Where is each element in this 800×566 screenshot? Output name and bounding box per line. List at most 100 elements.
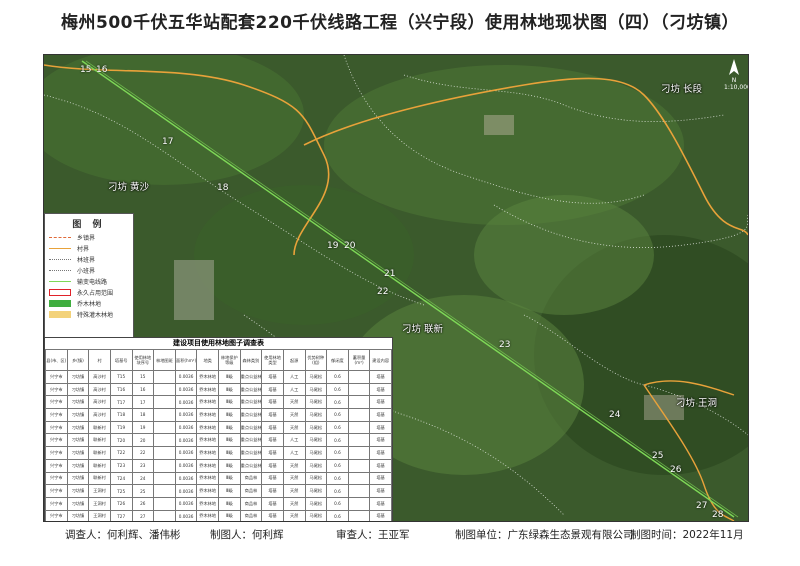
table-cell: 刁坊镇 [66, 458, 90, 473]
table-cell: 塔基 [369, 458, 392, 473]
table-cell: 高沙村 [88, 370, 111, 384]
drafter: 制图人：何利辉 [210, 529, 284, 541]
table-cell: T26 [109, 496, 133, 511]
table-cell: 兴宁市 [45, 395, 68, 410]
surveyors: 调查人：何利辉、潘伟彬 [65, 529, 181, 541]
table-cell: 塔基 [369, 446, 392, 460]
table-cell: 马尾松 [304, 395, 328, 410]
map-area[interactable]: N 1:10,000 15 16 17 18 19 20 21 22 23 24… [43, 54, 749, 522]
table-cell: 0.6 [326, 496, 349, 511]
table-cell: T24 [109, 471, 133, 486]
legend-label: 特殊灌木林地 [77, 312, 114, 319]
table-cell: 0.6 [326, 370, 349, 384]
table-cell: T15 [109, 370, 133, 384]
table-cell: 重点公益林 [239, 382, 263, 397]
north-arrow-icon [729, 59, 739, 75]
table-cell [153, 408, 176, 422]
table-cell [153, 496, 176, 511]
table-cell: 乔木林地 [196, 370, 219, 384]
table-cell [347, 395, 371, 410]
legend-label: 永久占用范围 [77, 290, 114, 297]
table-cell [153, 484, 176, 498]
table-cell [153, 471, 176, 486]
table-cell: 0.6 [326, 446, 349, 460]
table-cell: 20 [131, 433, 155, 448]
legend-item: 小班界 [45, 265, 133, 276]
north-arrow: N 1:10,000 [724, 59, 748, 91]
legend-label: 输变电线路 [77, 279, 108, 286]
table-cell: Ⅲ级 [218, 484, 241, 498]
legend-item: 林班界 [45, 254, 133, 265]
table-cell: 塔基 [261, 496, 284, 511]
table-cell: Ⅲ级 [218, 458, 241, 473]
table-cell: 马尾松 [304, 382, 328, 397]
table-cell: 兴宁市 [45, 420, 68, 435]
table-header-cell: 面积(hm²) [174, 349, 198, 371]
table-header-cell: 林地保护等级 [218, 349, 241, 371]
legend-swatch [49, 237, 71, 238]
table-cell: 0.0036 [174, 471, 198, 486]
table-cell: 兴宁市 [45, 370, 68, 384]
table-cell: 天然 [282, 408, 306, 422]
tower-number: 16 [96, 65, 108, 75]
table-cell: Ⅲ级 [218, 496, 241, 511]
table-cell: 刁坊镇 [66, 408, 90, 422]
table-cell [347, 408, 371, 422]
table-cell: 马尾松 [304, 484, 328, 498]
table-cell: 兴宁市 [45, 433, 68, 448]
table-cell: 塔基 [261, 509, 284, 521]
table-cell: 王洞村 [88, 484, 111, 498]
legend-label: 林班界 [77, 257, 96, 264]
table-row: 兴宁市 刁坊镇 王洞村 T25 25 0.0036 乔木林地 Ⅲ级 商品林 塔基 天然 马尾松 0.6 塔… [45, 484, 392, 498]
legend-item: 乡镇界 [45, 232, 133, 243]
table-cell: 刁坊镇 [66, 382, 90, 397]
table-cell: Ⅲ级 [218, 420, 241, 435]
legend-swatch [49, 281, 71, 282]
table-cell [347, 446, 371, 460]
legend-item: 输变电线路 [45, 276, 133, 287]
legend-label: 村界 [77, 246, 90, 253]
place-label: 刁坊 黄沙 [108, 182, 150, 193]
table-row: 兴宁市 刁坊镇 王洞村 T27 27 0.0036 乔木林地 Ⅲ级 商品林 塔基 天然 马尾松 0.6 塔… [45, 509, 392, 521]
table-cell: 人工 [282, 446, 306, 460]
table-cell: 天然 [282, 458, 306, 473]
tower-number: 19 [327, 241, 339, 251]
table-cell: 商品林 [239, 484, 263, 498]
table-cell: 0.0036 [174, 370, 198, 384]
table-cell: 塔基 [369, 382, 392, 397]
table-cell: 24 [131, 471, 155, 486]
table-cell: 乔木林地 [196, 509, 219, 521]
table-cell: 天然 [282, 420, 306, 435]
table-cell [153, 370, 176, 384]
table-cell: T23 [109, 458, 133, 473]
table-cell: 马尾松 [304, 408, 328, 422]
table-cell: 联新村 [88, 471, 111, 486]
table-cell: 兴宁市 [45, 446, 68, 460]
table-cell: 乔木林地 [196, 433, 219, 448]
table-cell: 0.6 [326, 382, 349, 397]
table-cell: 马尾松 [304, 496, 328, 511]
legend-item: 乔木林地 [45, 298, 133, 309]
table-cell: 26 [131, 496, 155, 511]
table-cell: 27 [131, 509, 155, 521]
table-header-cell: 使用林地块序号 [131, 349, 155, 371]
table-cell [347, 471, 371, 486]
table-cell: 乔木林地 [196, 408, 219, 422]
table-cell: 刁坊镇 [66, 496, 90, 511]
table-cell: 塔基 [261, 420, 284, 435]
table-cell: 0.6 [326, 408, 349, 422]
table-cell: 塔基 [369, 433, 392, 448]
table-cell: 乔木林地 [196, 395, 219, 410]
table-cell: 塔基 [369, 509, 392, 521]
table-cell [153, 458, 176, 473]
table-title: 建设项目使用林地图子调查表 [173, 339, 264, 347]
table-cell [153, 446, 176, 460]
table-cell: 马尾松 [304, 458, 328, 473]
table-cell: 塔基 [369, 484, 392, 498]
tower-number: 24 [609, 410, 621, 420]
legend-item: 村界 [45, 243, 133, 254]
table-cell: 刁坊镇 [66, 370, 90, 384]
table-cell: 人工 [282, 370, 306, 384]
table-cell: 重点公益林 [239, 433, 263, 448]
table-row: 兴宁市 刁坊镇 高沙村 T16 16 0.0036 乔木林地 Ⅲ级 重点公益林 塔基 人工 马尾松 0.… [45, 382, 392, 397]
